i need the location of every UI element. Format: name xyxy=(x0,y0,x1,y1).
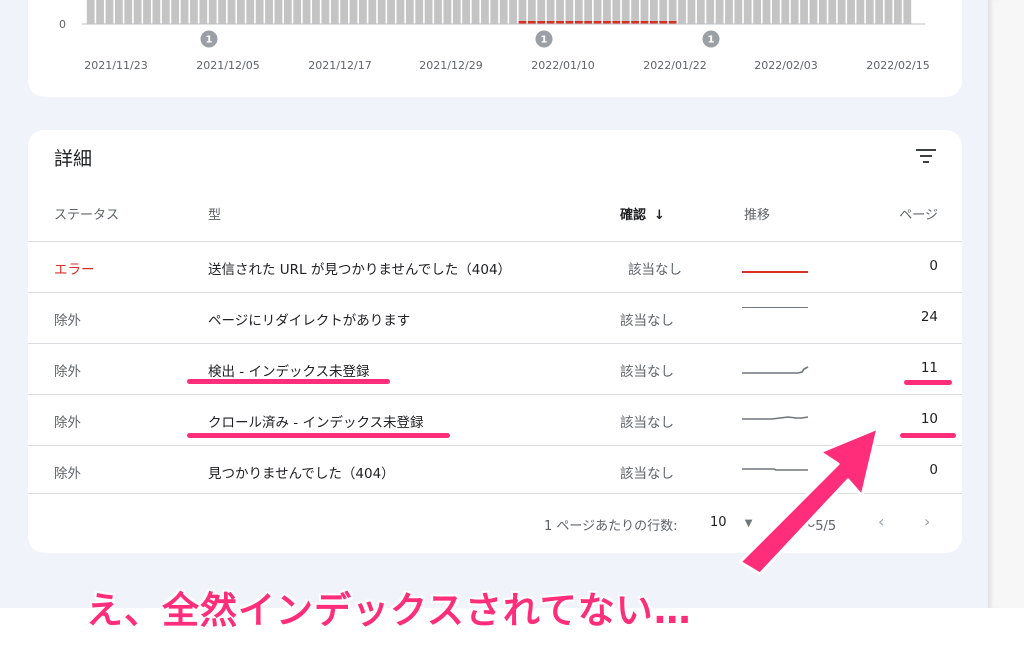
annotation-arrow xyxy=(738,426,880,576)
annotation-caption: え、全然インデックスされてない… xyxy=(86,589,692,632)
